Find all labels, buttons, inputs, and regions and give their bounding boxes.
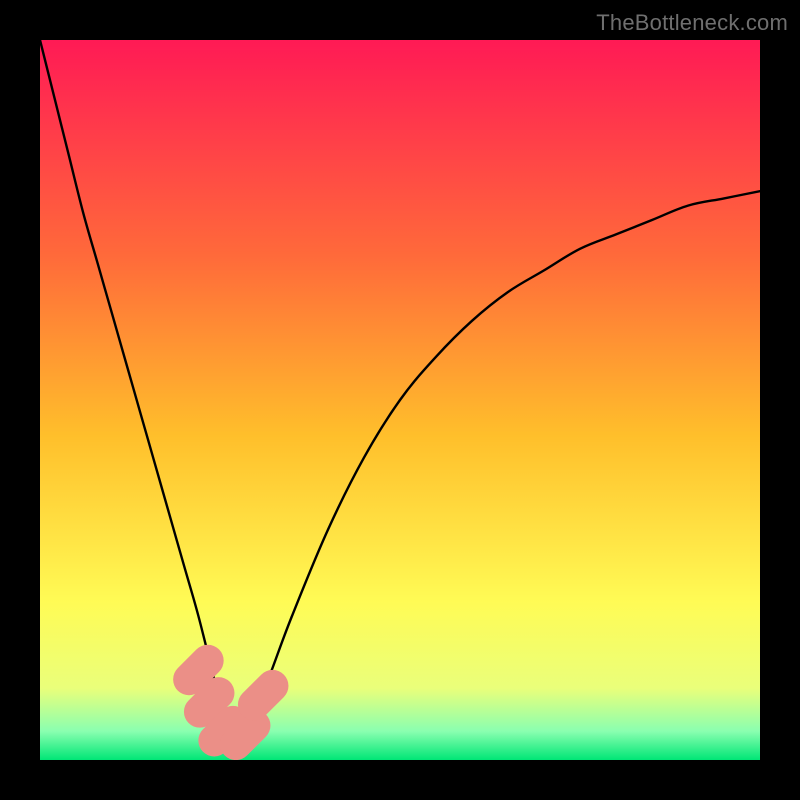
watermark-text: TheBottleneck.com <box>596 10 788 36</box>
marker-node-a <box>189 661 208 680</box>
marker-node-b <box>200 693 219 712</box>
marker-node-d <box>236 725 255 744</box>
marker-node-e <box>254 686 273 705</box>
outer-frame: TheBottleneck.com <box>0 0 800 800</box>
chart-svg <box>40 40 760 760</box>
plot-area <box>40 40 760 760</box>
